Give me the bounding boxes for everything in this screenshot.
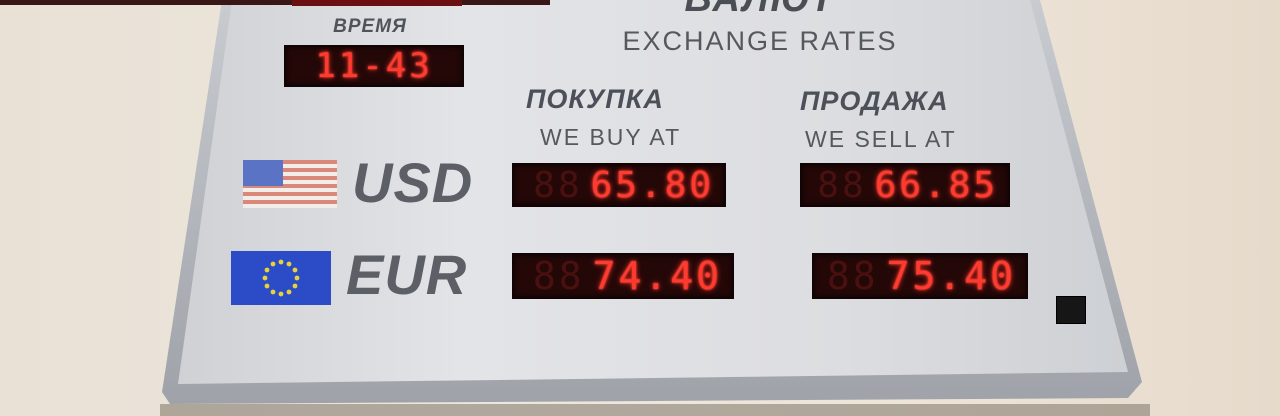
sell-label-ru: ПРОДАЖА: [800, 86, 949, 116]
board-heading-ru: ВАЛЮТ: [640, 0, 880, 21]
eu-flag-icon: [231, 251, 331, 305]
buy-label-en: WE BUY AT: [540, 124, 682, 150]
top-edge-strip: [0, 0, 550, 5]
board-heading-en: EXCHANGE RATES: [622, 26, 898, 56]
exchange-rate-board: ВАЛЮТ EXCHANGE RATES ВРЕМЯ 11-43 ПОКУПКА…: [0, 0, 1280, 416]
eur-sell-display: 88 75.40: [812, 253, 1028, 299]
usd-sell-display: 88 66.85: [800, 163, 1010, 207]
top-led-edge: [292, 0, 462, 6]
usd-buy-value: 65.80: [590, 164, 714, 206]
us-flag-icon: [243, 160, 337, 208]
led-unlit-digits: 88: [817, 164, 867, 206]
sell-label-en: WE SELL AT: [805, 126, 957, 152]
eur-buy-value: 74.40: [592, 254, 722, 298]
time-display: 11-43: [284, 45, 464, 87]
led-unlit-digits: 88: [826, 254, 879, 298]
time-label: ВРЕМЯ: [333, 16, 407, 37]
eur-sell-value: 75.40: [886, 254, 1016, 298]
board-frame: [160, 0, 1150, 416]
led-unlit-digits: 88: [532, 254, 585, 298]
usd-buy-display: 88 65.80: [512, 163, 726, 207]
status-indicator-square: [1056, 296, 1086, 324]
time-value: 11-43: [315, 46, 433, 86]
currency-code-usd: USD: [352, 151, 474, 214]
usd-sell-value: 66.85: [874, 164, 998, 206]
eur-buy-display: 88 74.40: [512, 253, 734, 299]
currency-code-eur: EUR: [346, 243, 468, 306]
buy-label-ru: ПОКУПКА: [526, 84, 664, 114]
led-unlit-digits: 88: [533, 164, 583, 206]
